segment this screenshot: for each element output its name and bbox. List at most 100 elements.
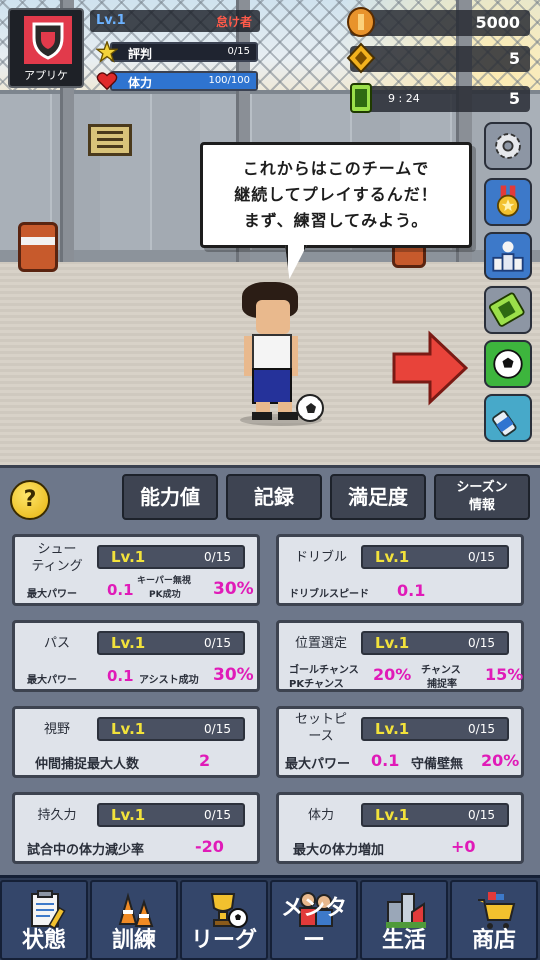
level-progress: 0/15 (468, 550, 495, 564)
stamina-value: 100/100 (208, 75, 250, 86)
podium-icon (492, 241, 524, 272)
card-title: 持久力 (37, 808, 77, 823)
heart-icon (96, 72, 118, 91)
help-button[interactable]: ? (10, 480, 50, 520)
level-label: Lv.1 (375, 806, 410, 824)
stat-card-setpiece[interactable]: セットピ ース Lv.1 0/15 最大パワー 0.1 守備壁無 20% (276, 706, 524, 778)
level-label: Lv.1 (111, 806, 146, 824)
reputation-value: 0/15 (227, 46, 250, 57)
tab-season-line2: 情報 (468, 498, 495, 513)
dialog-line-1: これからはこのチームで (242, 159, 430, 178)
stat-value: 20% (373, 665, 412, 684)
ticket-timer: 9 : 24 (388, 92, 420, 105)
ticket-battery-icon (350, 83, 372, 113)
ticket-button[interactable] (484, 286, 532, 334)
team-name: アプリケ (24, 69, 68, 82)
team-badge[interactable]: アプリケ (8, 8, 84, 88)
stat-card-vision[interactable]: 視野 Lv.1 0/15 仲間捕捉最大人数 2 (12, 706, 260, 778)
ranking-button[interactable] (484, 232, 532, 280)
gems-counter[interactable]: 5 (346, 42, 530, 74)
stamina-bar: 体力 100/100 (110, 71, 258, 91)
stat-value: 0.1 (371, 751, 400, 770)
soccer-ball[interactable] (296, 394, 324, 422)
stat-label: 最大の体力増加 (293, 843, 385, 858)
tickets-counter[interactable]: 9 : 24 5 (350, 83, 530, 113)
stat-card-pass[interactable]: パス Lv.1 0/15 最大パワー 0.1 アシスト成功 30% (12, 620, 260, 692)
level-progress: 0/15 (204, 808, 231, 822)
stat-label: ドリブルスピード (289, 589, 369, 600)
level-box: Lv.1 0/15 (361, 631, 509, 655)
red-arrow-icon (392, 330, 468, 406)
level-box: Lv.1 0/15 (361, 545, 509, 569)
coins-value: 5000 (475, 13, 520, 32)
stamina-label: 体力 (128, 76, 153, 90)
stat-value: 0.1 (107, 667, 134, 685)
level-label: Lv.1 (375, 720, 410, 738)
level-box: Lv.1 0/15 (97, 631, 245, 655)
nav-label: 状態 (21, 928, 66, 953)
training-button[interactable] (484, 340, 532, 388)
nav-status[interactable]: 状態 (0, 880, 88, 960)
coins-counter[interactable]: 5000 (347, 7, 530, 37)
stat-value: 20% (481, 751, 520, 770)
card-title: ドリブル (294, 550, 347, 565)
stat-label: ゴールチャンス (289, 665, 359, 676)
card-title: ース (308, 729, 334, 744)
stat-value: 30% (213, 665, 254, 685)
nav-life[interactable]: 生活 (360, 880, 448, 960)
stat-card-dribble[interactable]: ドリブル Lv.1 0/15 ドリブルスピード 0.1 (276, 534, 524, 606)
level-label: Lv.1 (375, 548, 410, 566)
nav-training[interactable]: 訓練 (90, 880, 178, 960)
stat-label: 最大パワー (27, 589, 77, 600)
level-box: Lv.1 0/15 (97, 717, 245, 741)
stat-card-endurance[interactable]: 持久力 Lv.1 0/15 試合中の体力減少率 -20 (12, 792, 260, 864)
nav-label: メンター (280, 896, 347, 953)
stat-value: 30% (213, 579, 254, 599)
card-title: ティング (31, 559, 83, 574)
stat-label: PK成功 (149, 590, 181, 600)
item-button[interactable] (484, 394, 532, 442)
card-title: 位置選定 (294, 636, 347, 651)
dialog-line-2: 継続してプレイするんだ！ (234, 185, 438, 204)
nav-mentor[interactable]: メンター (270, 880, 358, 960)
level-progress: 0/15 (468, 722, 495, 736)
stat-value: 0.1 (397, 581, 426, 600)
stat-card-shooting[interactable]: シュー ティング Lv.1 0/15 最大パワー 0.1 キーパー無視 PK成功… (12, 534, 260, 606)
stat-value: -20 (195, 837, 224, 856)
stat-label: 仲間捕捉最大人数 (35, 757, 140, 772)
card-title: 体力 (307, 808, 334, 823)
stat-value: 0.1 (107, 581, 134, 599)
settings-button[interactable] (484, 122, 532, 170)
tickets-value: 5 (508, 89, 520, 108)
medal-icon (497, 185, 519, 217)
stat-value: 2 (199, 751, 211, 770)
stat-card-positioning[interactable]: 位置選定 Lv.1 0/15 ゴールチャンス PKチャンス 20% チャンス 捕… (276, 620, 524, 692)
tab-season-info[interactable]: シーズン 情報 (434, 474, 530, 520)
tab-satisfaction[interactable]: 満足度 (330, 474, 426, 520)
level-label: Lv.1 (111, 548, 146, 566)
stat-label: PKチャンス (289, 679, 344, 690)
dialog-line-3: まず、練習してみよう。 (243, 211, 429, 230)
tab-season-line1: シーズン (456, 480, 508, 495)
stat-label: キーパー無視 (137, 576, 191, 586)
level-box: Lv.1 0/15 (361, 717, 509, 741)
team-emblem-icon (24, 16, 72, 64)
stat-label: 最大パワー (27, 675, 77, 686)
barrel (18, 222, 58, 272)
level-row: Lv.1 怠け者 (90, 10, 260, 32)
stat-label: チャンス (421, 665, 461, 676)
level-progress: 0/15 (204, 722, 231, 736)
nav-shop[interactable]: 商店 (450, 880, 538, 960)
stat-card-stamina[interactable]: 体力 Lv.1 0/15 最大の体力増加 +0 (276, 792, 524, 864)
achievements-button[interactable] (484, 178, 532, 226)
nav-league[interactable]: リーグ (180, 880, 268, 960)
soccer-ball-icon (493, 349, 523, 379)
status-panel: ? 能力値 記録 満足度 シーズン 情報 シュー ティング Lv.1 0/15 … (0, 465, 540, 875)
tab-record[interactable]: 記録 (226, 474, 322, 520)
level-progress: 0/15 (204, 550, 231, 564)
bottom-nav: 状態 訓練 リーグ メンター 生活 商店 (0, 875, 540, 960)
tab-ability[interactable]: 能力値 (122, 474, 218, 520)
stat-label: アシスト成功 (139, 675, 199, 686)
card-title: セットピ (294, 712, 347, 727)
ticket-icon (488, 292, 525, 327)
